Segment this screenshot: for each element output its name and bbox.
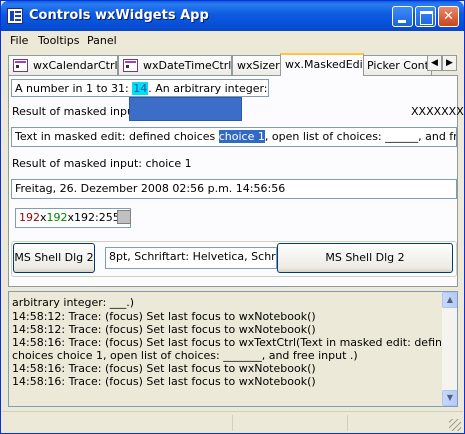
- log-line: arbitrary integer: ___.): [12, 296, 135, 309]
- menu-tooltips[interactable]: Tooltips: [38, 34, 79, 47]
- menu-panel[interactable]: Panel: [87, 34, 117, 47]
- calendar-icon: [123, 59, 138, 72]
- tab-label: wxCalendarCtrl: [33, 59, 118, 72]
- log-scrollbar[interactable]: ▲ ▼: [441, 292, 457, 406]
- log-line: 14:58:16: Trace: (focus) Set last focus …: [12, 375, 316, 388]
- datetime-input[interactable]: Freitag, 26. Dezember 2008 02:56 p.m. 14…: [11, 179, 457, 199]
- color-mask-input[interactable]: 192x192x192:255: [15, 208, 131, 228]
- result-mask: XXXXXXX: [411, 105, 464, 118]
- log-line: choices choice 1, open list of choices: …: [12, 349, 358, 362]
- status-pane-divider: [347, 415, 348, 431]
- result-choice-label: Result of masked input: choice 1: [12, 157, 192, 170]
- choice-rest: , open list of choices: ______, and free…: [264, 130, 457, 143]
- tab-sizer[interactable]: wxSizer: [232, 55, 282, 75]
- calendar-icon: [13, 59, 28, 72]
- resize-grip-icon[interactable]: [449, 419, 461, 431]
- log-line: 14:58:12: Trace: (focus) Set last focus …: [12, 310, 316, 323]
- result-label: Result of masked input:: [12, 105, 142, 118]
- app-icon: [7, 8, 23, 24]
- menu-file[interactable]: File: [10, 34, 28, 47]
- menu-bar: File Tooltips Panel: [2, 31, 463, 51]
- font-button-2[interactable]: MS Shell Dlg 2: [277, 243, 453, 273]
- tab-label: wxDateTimeCtrl: [143, 59, 232, 72]
- status-pane-divider: [232, 415, 233, 431]
- tab-label: Picker Contro: [367, 59, 431, 72]
- tab-calendar-ctrl[interactable]: wxCalendarCtrl: [8, 55, 118, 75]
- notebook-tabs: wxCalendarCtrl wxDateTimeCtrl wxSizer wx…: [8, 53, 458, 76]
- tab-picker-controls[interactable]: Picker Contro: [362, 55, 432, 75]
- number-value: 14: [132, 82, 149, 95]
- tab-scroll-left-button[interactable]: ◀: [427, 55, 442, 71]
- tab-scroll-right-button[interactable]: ▶: [442, 55, 457, 71]
- close-button[interactable]: ✕: [438, 6, 459, 27]
- title-bar[interactable]: Controls wxWidgets App ✕: [1, 1, 464, 31]
- tab-datetime-ctrl[interactable]: wxDateTimeCtrl: [118, 55, 232, 75]
- choice-selected: choice 1: [218, 130, 265, 143]
- color-green-value: 192: [46, 211, 68, 224]
- log-line: 14:58:16: Trace: (focus) Set last focus …: [12, 336, 456, 349]
- tab-label: wx.MaskedEdit: [285, 58, 364, 71]
- tab-masked-edit[interactable]: wx.MaskedEdit: [280, 53, 364, 76]
- font-button-1[interactable]: MS Shell Dlg 2: [13, 243, 95, 273]
- log-line: 14:58:12: Trace: (focus) Set last focus …: [12, 323, 316, 336]
- minimize-button[interactable]: [392, 6, 413, 27]
- choice-prompt: Text in masked edit: defined choices: [15, 130, 219, 143]
- log-line: 14:58:16: Trace: (focus) Set last focus …: [12, 362, 316, 375]
- number-prompt: A number in 1 to 31:: [15, 82, 133, 95]
- maximize-button[interactable]: [415, 6, 436, 27]
- tab-label: wxSizer: [237, 59, 280, 72]
- scroll-down-icon[interactable]: ▼: [442, 390, 457, 406]
- masked-result-bar: [129, 97, 242, 121]
- window-title: Controls wxWidgets App: [29, 8, 209, 23]
- masked-choice-input[interactable]: Text in masked edit: defined choices cho…: [11, 127, 457, 147]
- status-bar: [2, 411, 463, 433]
- color-swatch[interactable]: [117, 210, 131, 224]
- masked-number-input[interactable]: A number in 1 to 31: 14. An arbitrary in…: [11, 79, 269, 97]
- app-window: Controls wxWidgets App ✕ File Tooltips P…: [0, 0, 465, 434]
- color-rest: x192:255: [67, 211, 120, 224]
- color-red-value: 192: [19, 211, 40, 224]
- trace-log[interactable]: arbitrary integer: ___.) 14:58:12: Trace…: [8, 291, 458, 407]
- integer-prompt: . An arbitrary integer:: [148, 82, 269, 95]
- scroll-up-icon[interactable]: ▲: [442, 292, 457, 308]
- font-description: 8pt, Schriftart: Helvetica, Schri: [105, 247, 277, 269]
